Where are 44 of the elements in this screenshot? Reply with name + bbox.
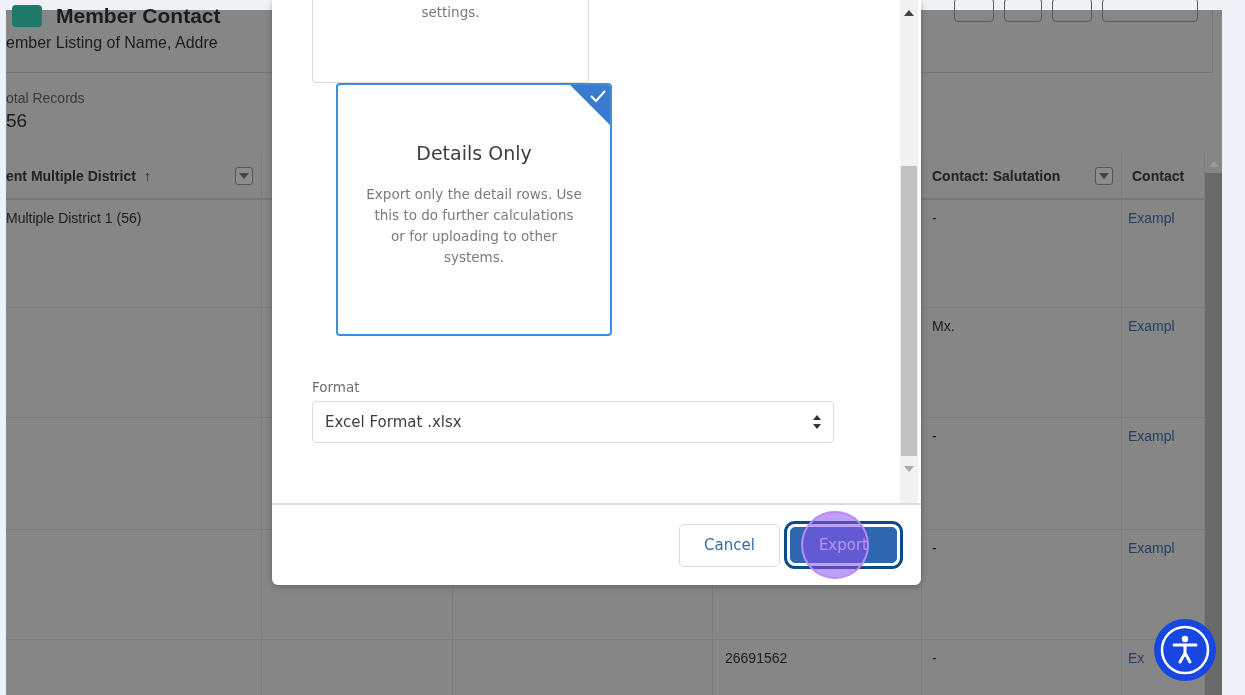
contact-link[interactable]: Exampl (1128, 210, 1175, 226)
toolbar-button[interactable] (1102, 0, 1198, 22)
table-cell: - (922, 418, 1122, 530)
option-description: Export only the detail rows. Use this to do further calculations or for uploading to other systems. (366, 185, 582, 267)
stepper-arrows-icon (813, 415, 821, 429)
table-cell: - (922, 640, 1122, 695)
column-header[interactable]: ent Multiple District ↑ (6, 153, 262, 200)
column-title: Contact: Salutation (932, 167, 1061, 184)
export-option-card[interactable]: Details Only Export only the detail rows. Use this to do further calculations or for uploading to other systems. (336, 83, 612, 336)
contact-link[interactable]: Exampl (1128, 318, 1175, 334)
check-corner-icon (569, 85, 610, 126)
app-icon (12, 5, 42, 27)
filter-dropdown-button[interactable] (235, 166, 253, 185)
scroll-up-arrow-icon[interactable] (904, 10, 914, 16)
toolbar-button[interactable] (1052, 0, 1092, 22)
contact-link[interactable]: Ex (1128, 650, 1145, 666)
table-cell: - (922, 530, 1122, 640)
export-option-card[interactable]: settings. (312, 0, 589, 83)
column-title: ent Multiple District (6, 167, 136, 184)
contact-link[interactable]: Exampl (1128, 540, 1175, 556)
table-cell: Multiple District 1 (56) (6, 200, 262, 308)
summary-value: 56 (6, 110, 29, 132)
summary-label: otal Records (6, 90, 86, 106)
table-cell: 26691562 (713, 640, 922, 695)
sort-arrow: ↑ (143, 167, 151, 184)
dialog-scrollbar[interactable] (900, 0, 918, 503)
format-label: Format (312, 379, 361, 395)
filter-dropdown-button[interactable] (1095, 166, 1113, 185)
caret-icon (239, 172, 249, 179)
column-title: Contact (1132, 167, 1185, 184)
accessibility-icon (1159, 624, 1211, 676)
cancel-button[interactable]: Cancel (679, 523, 780, 567)
format-select[interactable]: Excel Format .xlsx (312, 401, 834, 443)
contact-link[interactable]: Exampl (1128, 428, 1175, 444)
table-cell: - (922, 200, 1122, 308)
option-title: Details Only (416, 142, 532, 164)
table-cell: Mx. (922, 308, 1122, 418)
option-description: settings. (421, 3, 480, 22)
toolbar-button[interactable] (954, 0, 994, 22)
caret-icon (1099, 172, 1109, 179)
column-header[interactable]: Contact: Salutation (922, 153, 1122, 200)
page-subtitle: ember Listing of Name, Addre (6, 34, 219, 52)
page-title: Member Contact (56, 4, 221, 28)
toolbar-button[interactable] (1004, 0, 1042, 22)
